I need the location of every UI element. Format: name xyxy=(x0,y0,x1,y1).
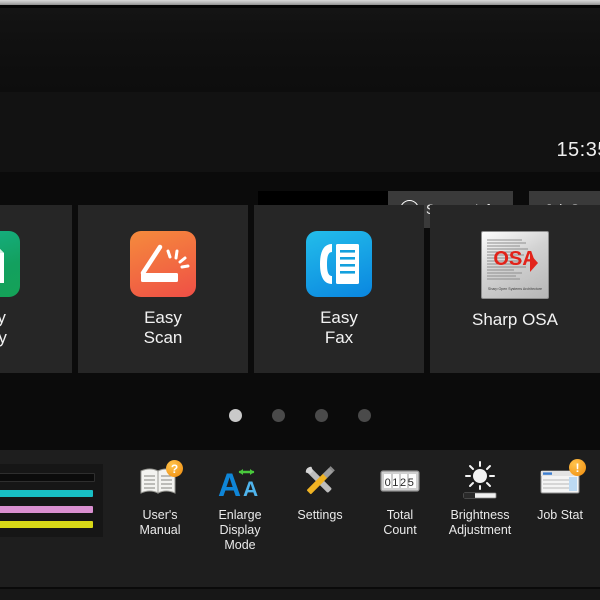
bottom-toolbar: ? User's Manual A A Enlarge Display Mode… xyxy=(0,450,600,588)
counter-digits: 0125 xyxy=(385,477,416,489)
toolbar-item-label: Job Stat xyxy=(537,508,583,522)
svg-text:A: A xyxy=(243,478,258,501)
easy-scan-icon xyxy=(130,231,196,297)
clock: 15:35 xyxy=(0,139,600,162)
help-badge-icon: ? xyxy=(166,460,183,477)
tile-label: Easy Copy xyxy=(0,308,7,347)
footer-area xyxy=(0,589,600,600)
enlarge-text-icon: A A xyxy=(215,459,265,503)
toolbar-item-label: Total Count xyxy=(383,508,417,537)
toner-bar-cyan xyxy=(0,490,93,498)
page-dot-2[interactable] xyxy=(272,409,285,422)
manual-book-icon: ? xyxy=(135,459,185,503)
toolbar-item-label: Brightness Adjustment xyxy=(448,508,512,537)
counter-odometer-icon: 0125 xyxy=(375,459,425,503)
toolbar-items: ? User's Manual A A Enlarge Display Mode… xyxy=(120,450,600,588)
clock-value: 15:35 xyxy=(556,139,600,161)
sharp-osa-icon: OSA Sharp Open Systems Architecture xyxy=(481,231,549,299)
tools-wrench-icon xyxy=(295,459,345,503)
toner-bar-magenta xyxy=(0,505,93,513)
toner-bar-black xyxy=(0,473,95,482)
page-dot-4[interactable] xyxy=(358,409,371,422)
osa-caption: Sharp Open Systems Architecture xyxy=(488,287,542,291)
page-dot-3[interactable] xyxy=(315,409,328,422)
toolbar-item-total-count[interactable]: 0125 Total Count xyxy=(360,450,440,588)
toolbar-item-enlarge-display-mode[interactable]: A A Enlarge Display Mode xyxy=(200,450,280,588)
device-screen: i System Info. Job Stat 15:35 Easy Copy xyxy=(0,0,600,600)
toolbar-item-brightness-adjustment[interactable]: Brightness Adjustment xyxy=(440,450,520,588)
tile-label: Sharp OSA xyxy=(472,310,558,329)
svg-text:A: A xyxy=(218,467,241,503)
toolbar-item-settings[interactable]: Settings xyxy=(280,450,360,588)
tile-easy-scan[interactable]: Easy Scan xyxy=(78,205,248,373)
easy-copy-icon xyxy=(0,231,20,297)
toolbar-item-users-manual[interactable]: ? User's Manual xyxy=(120,450,200,588)
easy-fax-icon xyxy=(306,231,372,297)
toolbar-item-label: Settings xyxy=(297,508,343,522)
tile-easy-fax[interactable]: Easy Fax xyxy=(254,205,424,373)
brightness-sun-icon xyxy=(455,459,505,503)
tile-label: Easy Fax xyxy=(320,308,358,347)
page-dot-1[interactable] xyxy=(229,409,242,422)
tile-easy-copy[interactable]: Easy Copy xyxy=(0,205,72,373)
alert-badge-icon: ! xyxy=(569,459,586,476)
toner-level-panel[interactable] xyxy=(0,464,103,537)
tile-label: Easy Scan xyxy=(143,308,183,347)
tile-sharp-osa[interactable]: OSA Sharp Open Systems Architecture Shar… xyxy=(430,205,600,373)
toolbar-item-label: Enlarge Display Mode xyxy=(218,508,262,552)
job-status-window-icon: ! xyxy=(535,459,586,503)
top-blank-area xyxy=(0,8,600,92)
home-tile-row: Easy Copy Easy Scan xyxy=(0,205,600,373)
toner-bar-yellow xyxy=(0,520,93,528)
toolbar-item-label: User's Manual xyxy=(139,508,181,537)
page-indicator[interactable] xyxy=(0,409,600,422)
toolbar-item-job-status[interactable]: ! Job Stat xyxy=(520,450,600,588)
